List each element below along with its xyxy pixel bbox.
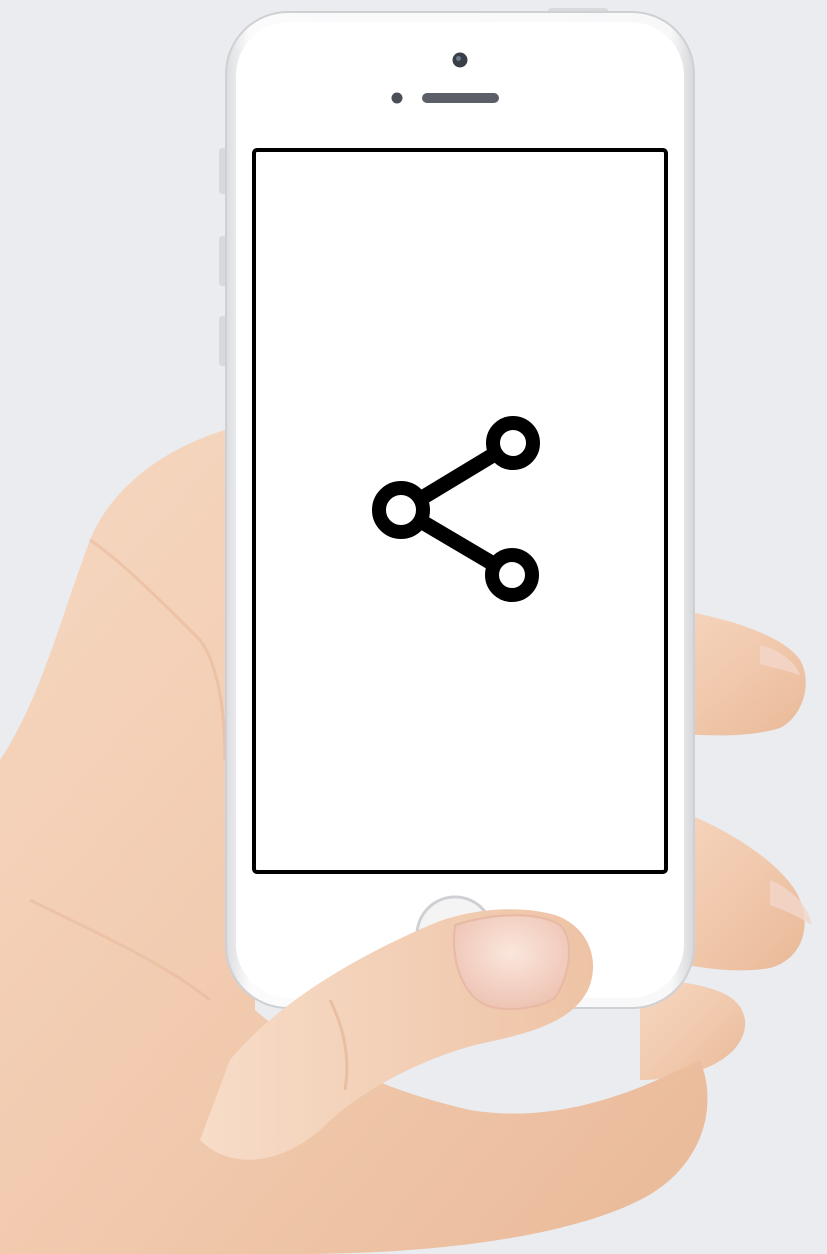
phone-screen bbox=[252, 148, 668, 874]
thumbnail bbox=[453, 914, 571, 1010]
front-camera-lens bbox=[456, 56, 461, 61]
proximity-sensor bbox=[391, 92, 403, 104]
earpiece-speaker bbox=[422, 93, 499, 103]
photo-scene bbox=[0, 0, 827, 1254]
smartphone bbox=[219, 8, 695, 1009]
